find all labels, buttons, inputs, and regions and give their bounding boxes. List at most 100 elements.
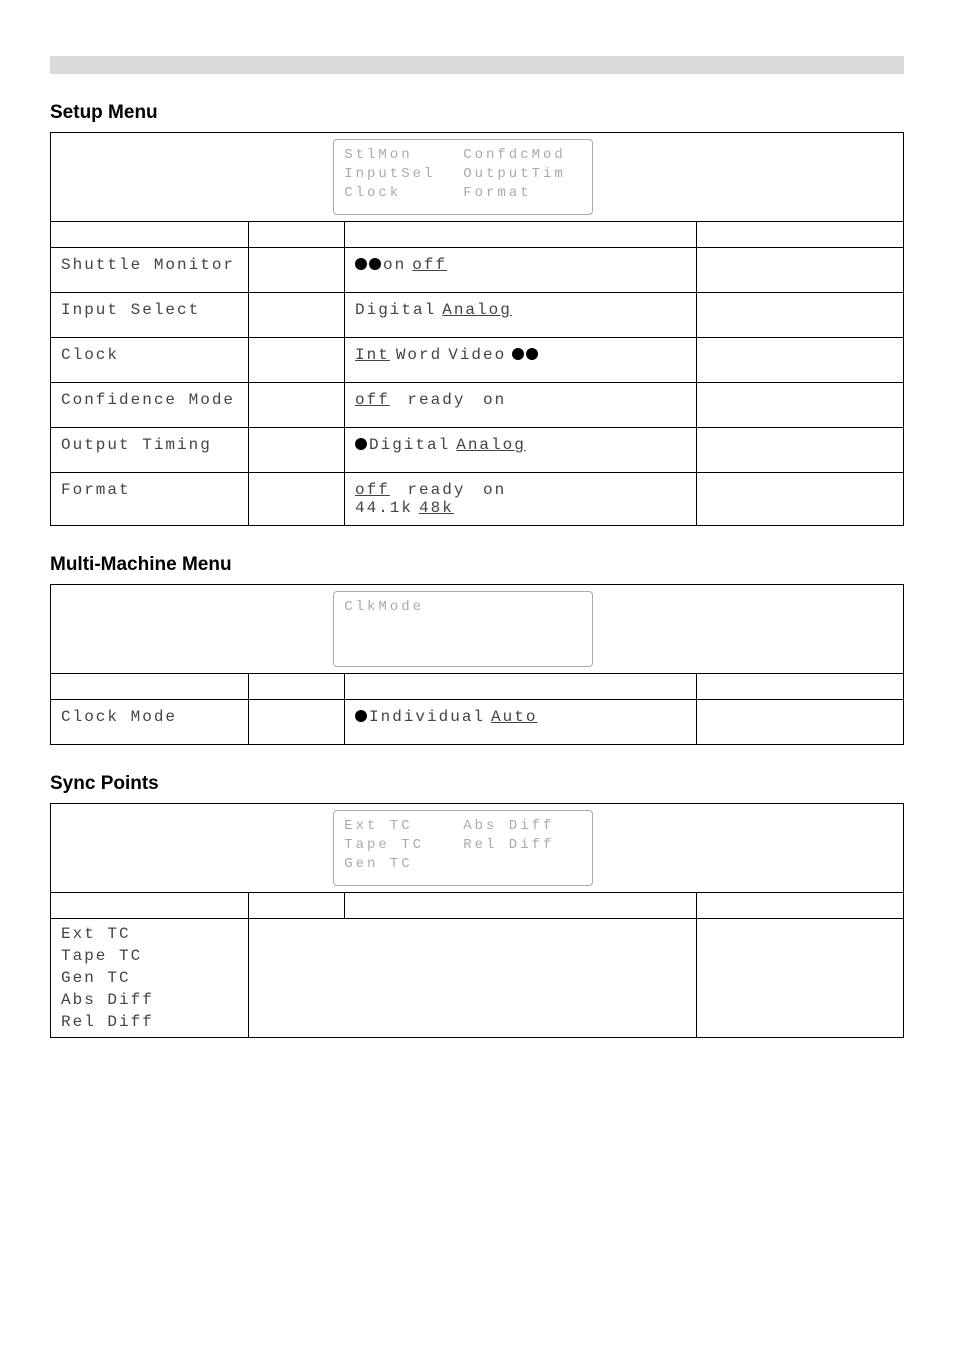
- sp-header: Ext TCAbs Diff Tape TCRel Diff Gen TC: [51, 804, 903, 892]
- col-range: Range: [249, 222, 345, 247]
- status-dot-icon: [369, 258, 381, 270]
- param-display: Digital Analog: [345, 293, 697, 337]
- option-selected[interactable]: Analog: [442, 301, 512, 319]
- status-dot-icon: [526, 348, 538, 360]
- top-divider-bar: [50, 56, 904, 74]
- param-row: Input Select Digital Analog: [51, 293, 903, 338]
- panel-cell: Ext TC: [344, 817, 463, 836]
- param-description: [697, 428, 903, 472]
- option-group: Individual Auto: [369, 708, 543, 726]
- option-selected[interactable]: off: [412, 256, 447, 274]
- col-parameter: Parameter: [51, 674, 249, 699]
- status-dot-icon: [355, 438, 367, 450]
- param-row: Shuttle Monitor onoff: [51, 248, 903, 293]
- param-name: Shuttle Monitor: [51, 248, 249, 292]
- param-display: Individual Auto: [345, 700, 697, 744]
- panel-cell: Abs Diff: [463, 817, 582, 836]
- col-description: Description: [697, 222, 903, 247]
- param-range: [249, 293, 345, 337]
- sync-point-item: Tape TC: [61, 947, 238, 965]
- sp-header-left: [51, 804, 333, 892]
- multimachine-box: ClkMode Parameter Range Display Descript…: [50, 584, 904, 745]
- option-selected[interactable]: Auto: [491, 708, 537, 726]
- sp-desc-col: [697, 919, 903, 1037]
- option[interactable]: on: [383, 256, 406, 274]
- col-parameter: Parameter: [51, 222, 249, 247]
- param-display: off ready on44.1k48k: [345, 473, 697, 525]
- param-row: Clock Mode Individual Auto: [51, 700, 903, 744]
- col-parameter: Parameter: [51, 893, 249, 918]
- param-range: [249, 248, 345, 292]
- param-name: Clock: [51, 338, 249, 382]
- param-range: [249, 473, 345, 525]
- sp-display-panel: Ext TCAbs Diff Tape TCRel Diff Gen TC: [333, 810, 593, 886]
- option[interactable]: Digital: [355, 301, 436, 319]
- option[interactable]: ready: [396, 481, 477, 499]
- setup-display-panel: StlMonConfdcMod InputSelOutputTim ClockF…: [333, 139, 593, 215]
- panel-cell: Tape TC: [344, 836, 463, 855]
- param-description: [697, 473, 903, 525]
- param-display: Digital Analog: [345, 428, 697, 472]
- status-dot-icon: [512, 348, 524, 360]
- param-row: Output Timing Digital Analog: [51, 428, 903, 473]
- panel-cell: Clock: [344, 184, 463, 203]
- option-selected[interactable]: Analog: [456, 436, 526, 454]
- panel-cell: ClkMode: [344, 598, 463, 617]
- option-group: Digital Analog: [369, 436, 532, 454]
- section-title-syncpoints: Sync Points: [50, 773, 904, 795]
- param-description: [697, 248, 903, 292]
- panel-cell: InputSel: [344, 165, 463, 184]
- option-selected[interactable]: 48k: [419, 499, 454, 517]
- sp-subheader: Parameter Range Display Description: [51, 892, 903, 919]
- option-group: off ready on: [355, 481, 512, 499]
- sp-display-col: [249, 919, 697, 1037]
- option-selected[interactable]: off: [355, 391, 390, 409]
- col-range: Range: [249, 893, 345, 918]
- syncpoints-box: Ext TCAbs Diff Tape TCRel Diff Gen TC Pa…: [50, 803, 904, 1038]
- param-name: Output Timing: [51, 428, 249, 472]
- panel-cell: [463, 855, 582, 874]
- panel-cell: StlMon: [344, 146, 463, 165]
- option[interactable]: 44.1k: [355, 499, 413, 517]
- param-range: [249, 700, 345, 744]
- panel-cell: [463, 598, 582, 617]
- option[interactable]: Word: [396, 346, 442, 364]
- param-name: Input Select: [51, 293, 249, 337]
- option-selected[interactable]: off: [355, 481, 390, 499]
- option-selected[interactable]: Int: [355, 346, 390, 364]
- param-name: Format: [51, 473, 249, 525]
- section-title-setup: Setup Menu: [50, 102, 904, 124]
- param-description: [697, 700, 903, 744]
- sync-point-item: Rel Diff: [61, 1013, 238, 1031]
- col-display: Display: [345, 222, 697, 247]
- mm-header-left: [51, 585, 333, 673]
- option[interactable]: on: [483, 391, 506, 409]
- param-range: [249, 338, 345, 382]
- panel-cell: ConfdcMod: [463, 146, 582, 165]
- page-content: Setup Menu StlMonConfdcMod InputSelOutpu…: [0, 102, 954, 1088]
- param-name: Clock Mode: [51, 700, 249, 744]
- option[interactable]: Individual: [369, 708, 485, 726]
- setup-header-left: [51, 133, 333, 221]
- param-description: [697, 338, 903, 382]
- option[interactable]: on: [483, 481, 506, 499]
- panel-cell: OutputTim: [463, 165, 582, 184]
- col-display: Display: [345, 674, 697, 699]
- param-description: [697, 383, 903, 427]
- param-display: Int Word Video: [345, 338, 697, 382]
- option[interactable]: Digital: [369, 436, 450, 454]
- param-display: off ready on: [345, 383, 697, 427]
- param-row: Confidence Modeoff ready on: [51, 383, 903, 428]
- setup-header: StlMonConfdcMod InputSelOutputTim ClockF…: [51, 133, 903, 221]
- sync-point-item: Ext TC: [61, 925, 238, 943]
- col-description: Description: [697, 893, 903, 918]
- option-group: off ready on: [355, 391, 512, 409]
- option-group: 44.1k 48k: [355, 499, 460, 517]
- option[interactable]: ready: [396, 391, 477, 409]
- param-range: [249, 383, 345, 427]
- param-range: [249, 428, 345, 472]
- option[interactable]: Video: [448, 346, 506, 364]
- sync-point-item: Gen TC: [61, 969, 238, 987]
- sp-body-row: Ext TCTape TCGen TCAbs DiffRel Diff: [51, 919, 903, 1037]
- section-title-multimachine: Multi-Machine Menu: [50, 554, 904, 576]
